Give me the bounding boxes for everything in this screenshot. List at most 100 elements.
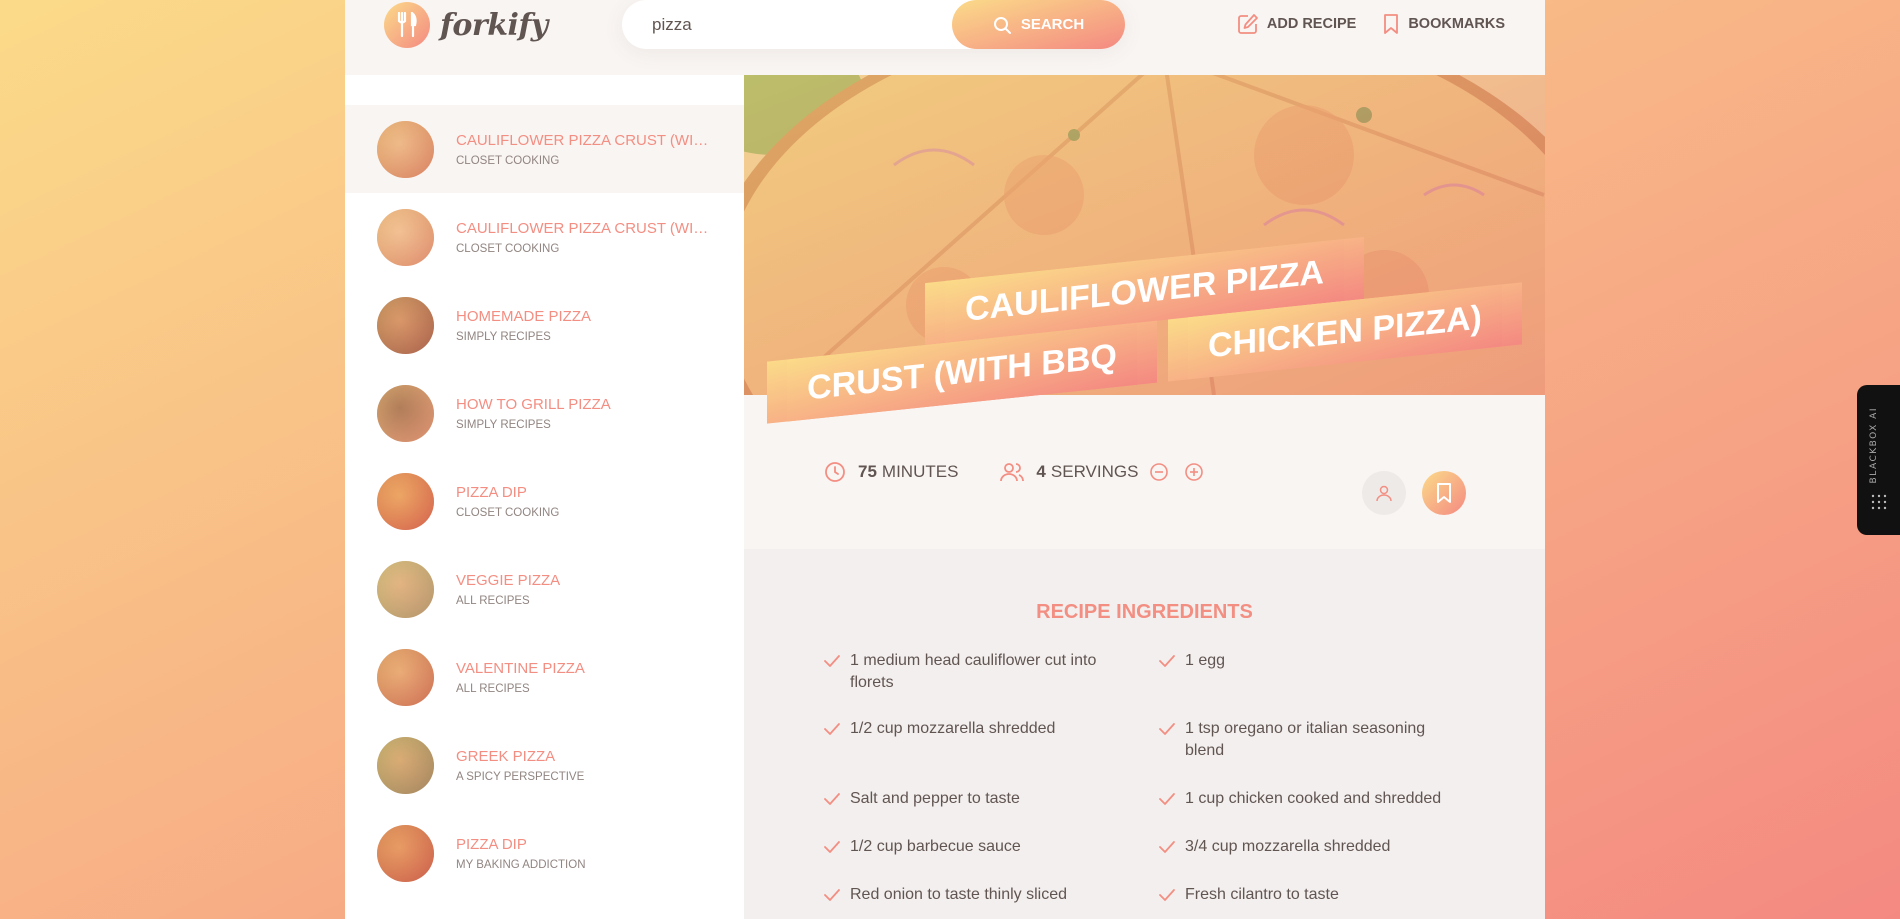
ingredient-text: 1/2 cup mozzarella shredded bbox=[850, 720, 1056, 737]
page-scrollbar[interactable] bbox=[1894, 0, 1900, 919]
result-item[interactable]: Veggie Pizza All Recipes bbox=[345, 545, 744, 633]
ingredient-text: Fresh cilantro to taste bbox=[1185, 886, 1339, 903]
result-item[interactable]: Cauliflower Pizza Crust (With BBQ Chicke… bbox=[345, 193, 744, 281]
result-text: Valentine Pizza All Recipes bbox=[456, 660, 716, 695]
result-text: Cauliflower Pizza Crust (With BBQ Chicke… bbox=[456, 220, 716, 255]
add-recipe-label: Add recipe bbox=[1266, 16, 1357, 32]
bookmarks-button[interactable]: Bookmarks bbox=[1382, 12, 1505, 36]
app-container: forkify Search Add recipe bbox=[345, 0, 1545, 919]
increase-servings-button[interactable] bbox=[1184, 462, 1216, 482]
fork-knife-icon bbox=[384, 2, 430, 48]
result-title: Homemade Pizza bbox=[456, 307, 592, 325]
blackbox-ai-label: BLACKBOX AI bbox=[1869, 407, 1879, 484]
ingredient-item: 1/2 cup mozzarella shredded bbox=[824, 718, 1114, 740]
check-icon bbox=[824, 793, 840, 805]
result-item[interactable]: How to Grill Pizza Simply Recipes bbox=[345, 369, 744, 457]
result-publisher: Closet Cooking bbox=[456, 506, 560, 519]
ingredient-text: 1 egg bbox=[1185, 652, 1226, 669]
result-text: Pizza Dip My Baking Addiction bbox=[456, 836, 716, 871]
ingredient-item: 1 cup chicken cooked and shredded bbox=[1159, 788, 1449, 810]
ingredient-text: 1 medium head cauliflower cut into flore… bbox=[850, 652, 1097, 691]
result-publisher: My Baking Addiction bbox=[456, 858, 586, 871]
result-thumbnail bbox=[377, 384, 434, 442]
check-icon bbox=[1159, 655, 1175, 667]
ingredient-item: Salt and pepper to taste bbox=[824, 788, 1114, 810]
result-text: How to Grill Pizza Simply Recipes bbox=[456, 396, 716, 431]
cooking-time: 75 minutes bbox=[824, 461, 958, 483]
result-text: Homemade Pizza Simply Recipes bbox=[456, 308, 716, 343]
result-title: Pizza Dip bbox=[456, 483, 527, 501]
ingredients-heading: Recipe ingredients bbox=[1036, 601, 1253, 623]
ingredient-text: 3/4 cup mozzarella shredded bbox=[1185, 838, 1391, 855]
result-publisher: Closet Cooking bbox=[456, 242, 560, 255]
result-item[interactable]: Pizza Dip Closet Cooking bbox=[345, 457, 744, 545]
servings-unit: servings bbox=[1050, 462, 1139, 481]
logo[interactable]: forkify bbox=[384, 2, 548, 48]
servings-value: 4 bbox=[1036, 462, 1046, 481]
user-icon bbox=[1376, 485, 1392, 502]
result-publisher: All Recipes bbox=[456, 594, 530, 607]
logo-text: forkify bbox=[440, 7, 548, 43]
result-title: Pizza Dip bbox=[456, 835, 527, 853]
result-publisher: A Spicy Perspective bbox=[456, 770, 585, 783]
search-form: Search bbox=[622, 0, 1125, 49]
result-item[interactable]: Pizza Dip My Baking Addiction bbox=[345, 809, 744, 897]
servings-controls bbox=[1146, 462, 1216, 482]
search-icon bbox=[993, 16, 1011, 34]
result-item[interactable]: Cauliflower Pizza Crust (With BBQ Chicke… bbox=[345, 105, 744, 193]
ingredient-item: 3/4 cup mozzarella shredded bbox=[1159, 836, 1449, 858]
result-publisher: Simply Recipes bbox=[456, 418, 551, 431]
bookmark-icon bbox=[1437, 483, 1451, 503]
bookmark-icon bbox=[1384, 14, 1399, 34]
result-thumbnail bbox=[377, 120, 434, 178]
minus-circle-icon bbox=[1150, 463, 1169, 481]
search-button[interactable]: Search bbox=[952, 0, 1125, 49]
result-publisher: Closet Cooking bbox=[456, 154, 560, 167]
ingredient-text: 1 cup chicken cooked and shredded bbox=[1185, 790, 1442, 807]
ingredient-text: 1 tsp oregano or italian seasoning blend bbox=[1185, 720, 1426, 759]
ingredient-item: 1 tsp oregano or italian seasoning blend bbox=[1159, 718, 1449, 762]
result-title: Greek Pizza bbox=[456, 747, 556, 765]
result-text: Pizza Dip Closet Cooking bbox=[456, 484, 716, 519]
result-item[interactable]: Greek Pizza A Spicy Perspective bbox=[345, 721, 744, 809]
header: forkify Search Add recipe bbox=[345, 0, 1545, 75]
check-icon bbox=[824, 723, 840, 735]
plus-circle-icon bbox=[1185, 463, 1204, 481]
bookmark-recipe-button[interactable] bbox=[1422, 471, 1466, 515]
result-text: Cauliflower Pizza Crust (With BBQ Chicke… bbox=[456, 132, 716, 167]
ingredient-item: Red onion to taste thinly sliced bbox=[824, 884, 1114, 906]
add-recipe-button[interactable]: Add recipe bbox=[1237, 12, 1356, 36]
check-icon bbox=[824, 889, 840, 901]
recipe-ingredients: Recipe ingredients 1 medium head caulifl… bbox=[744, 549, 1545, 919]
ingredient-text: Salt and pepper to taste bbox=[850, 790, 1020, 807]
result-item[interactable]: Valentine Pizza All Recipes bbox=[345, 633, 744, 721]
result-item[interactable]: Homemade Pizza Simply Recipes bbox=[345, 281, 744, 369]
ingredient-item: Fresh cilantro to taste bbox=[1159, 884, 1449, 906]
user-generated-button[interactable] bbox=[1362, 471, 1406, 515]
ingredient-item: 1 egg bbox=[1159, 650, 1449, 672]
check-icon bbox=[1159, 793, 1175, 805]
check-icon bbox=[824, 655, 840, 667]
recipe-details: 75 minutes 4 servings bbox=[744, 395, 1545, 549]
grid-dots-icon bbox=[1871, 494, 1887, 510]
search-input[interactable] bbox=[652, 14, 932, 35]
check-icon bbox=[824, 841, 840, 853]
ingredient-text: Red onion to taste thinly sliced bbox=[850, 886, 1068, 903]
result-publisher: Simply Recipes bbox=[456, 330, 551, 343]
check-icon bbox=[1159, 841, 1175, 853]
users-icon bbox=[1000, 463, 1025, 482]
cooking-time-unit: minutes bbox=[881, 462, 959, 481]
result-title: Cauliflower Pizza Crust (With BBQ Chicke… bbox=[456, 131, 716, 149]
result-thumbnail bbox=[377, 736, 434, 794]
check-icon bbox=[1159, 723, 1175, 735]
main-nav: Add recipe Bookmarks bbox=[1211, 12, 1505, 36]
result-thumbnail bbox=[377, 648, 434, 706]
result-text: Veggie Pizza All Recipes bbox=[456, 572, 716, 607]
result-title: Valentine Pizza bbox=[456, 659, 585, 677]
result-text: Greek Pizza A Spicy Perspective bbox=[456, 748, 716, 783]
bookmarks-label: Bookmarks bbox=[1408, 16, 1505, 32]
check-icon bbox=[1159, 889, 1175, 901]
decrease-servings-button[interactable] bbox=[1149, 462, 1181, 482]
result-title: How to Grill Pizza bbox=[456, 395, 611, 413]
result-thumbnail bbox=[377, 296, 434, 354]
